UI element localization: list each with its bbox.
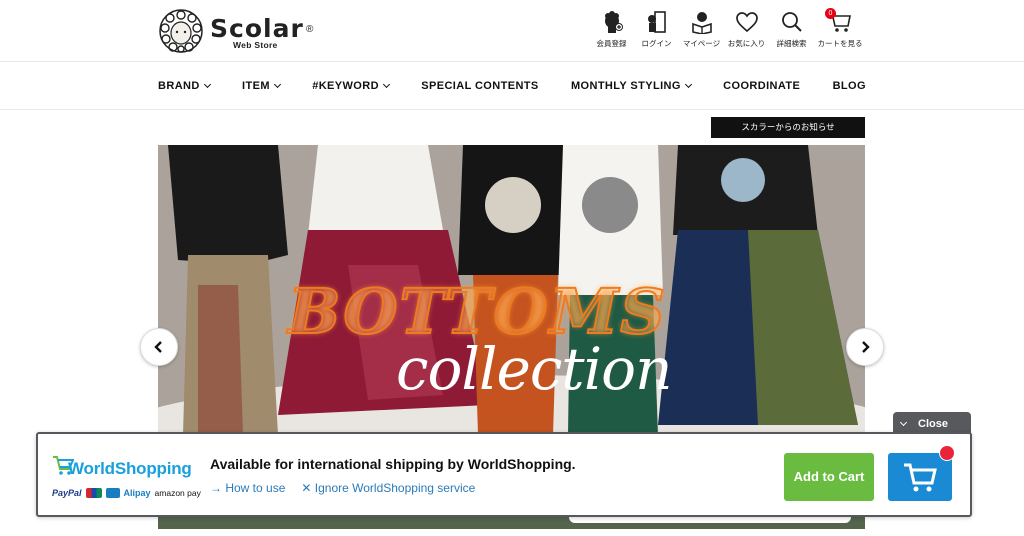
- view-cart-link[interactable]: 0 カートを見る: [814, 8, 866, 49]
- cart-count-badge: 0: [825, 8, 836, 19]
- login-icon: [647, 11, 666, 33]
- logo-curly-hair-icon: [159, 9, 203, 53]
- logo-registered-mark: ®: [306, 24, 314, 35]
- nav-coordinate[interactable]: COORDINATE: [723, 80, 800, 92]
- alipay-mark-icon: [105, 488, 120, 498]
- amazon-pay-logo: amazon pay: [154, 488, 201, 498]
- news-notice-button[interactable]: スカラーからのお知らせ: [711, 117, 865, 138]
- login-link[interactable]: ログイン: [634, 10, 679, 49]
- mypage-icon: [691, 12, 712, 34]
- advanced-search-link[interactable]: 詳細検索: [769, 10, 814, 49]
- favorites-link[interactable]: お気に入り: [724, 10, 769, 49]
- chevron-right-icon: [862, 341, 870, 353]
- chevron-down-icon: [899, 418, 908, 427]
- nav-blog[interactable]: BLOG: [833, 80, 866, 92]
- nav-keyword[interactable]: #KEYWORD: [312, 80, 390, 92]
- worldshopping-cart-button[interactable]: [888, 453, 952, 501]
- worldshopping-logo[interactable]: WorldShopping PayPal Alipay amazon pay: [52, 454, 202, 504]
- chevron-down-icon: [203, 80, 211, 89]
- site-logo[interactable]: Scolar ® Web Store: [158, 8, 318, 54]
- payment-methods: PayPal Alipay amazon pay: [52, 488, 201, 498]
- ignore-worldshopping-link[interactable]: ✕ Ignore WorldShopping service: [301, 481, 475, 495]
- unionpay-icon: [85, 488, 102, 498]
- nav-special-contents[interactable]: SPECIAL CONTENTS: [421, 80, 538, 92]
- paypal-logo: PayPal: [52, 488, 82, 498]
- nav-brand[interactable]: BRAND: [158, 80, 211, 92]
- member-register-icon: [604, 11, 623, 33]
- chevron-down-icon: [382, 80, 390, 89]
- main-nav: BRAND ITEM #KEYWORD SPECIAL CONTENTS MON…: [0, 62, 1024, 110]
- logo-wordmark: Scolar: [210, 14, 304, 43]
- how-to-use-link[interactable]: → How to use: [210, 481, 285, 495]
- mypage-link[interactable]: マイページ: [679, 10, 724, 49]
- chevron-down-icon: [273, 80, 281, 89]
- worldshopping-message: Available for international shipping by …: [210, 456, 576, 472]
- nav-item[interactable]: ITEM: [242, 80, 281, 92]
- logo-subtitle: Web Store: [233, 40, 278, 50]
- member-register-link[interactable]: 会員登録: [589, 10, 634, 49]
- search-icon: [781, 12, 802, 32]
- heart-icon: [735, 12, 758, 33]
- chevron-down-icon: [684, 80, 692, 89]
- carousel-prev-button[interactable]: [140, 328, 178, 366]
- hero-subtitle: collection: [396, 335, 672, 403]
- add-to-cart-button[interactable]: Add to Cart: [784, 453, 874, 501]
- carousel-next-button[interactable]: [846, 328, 884, 366]
- cart-notification-dot: [939, 445, 955, 461]
- cart-icon: [904, 463, 937, 492]
- hero-banner-image[interactable]: BOTTOMS collection: [158, 145, 865, 435]
- chevron-left-icon: [154, 341, 162, 353]
- alipay-logo: Alipay: [123, 488, 151, 498]
- header-icon-bar: 会員登録 ログイン マイページ お気に入り 詳細検索 0 カートを見る: [589, 8, 866, 49]
- worldshopping-banner: WorldShopping PayPal Alipay amazon pay A…: [36, 432, 972, 517]
- site-header: Scolar ® Web Store 会員登録 ログイン マイページ お気に入り…: [0, 0, 1024, 62]
- nav-monthly-styling[interactable]: MONTHLY STYLING: [571, 80, 692, 92]
